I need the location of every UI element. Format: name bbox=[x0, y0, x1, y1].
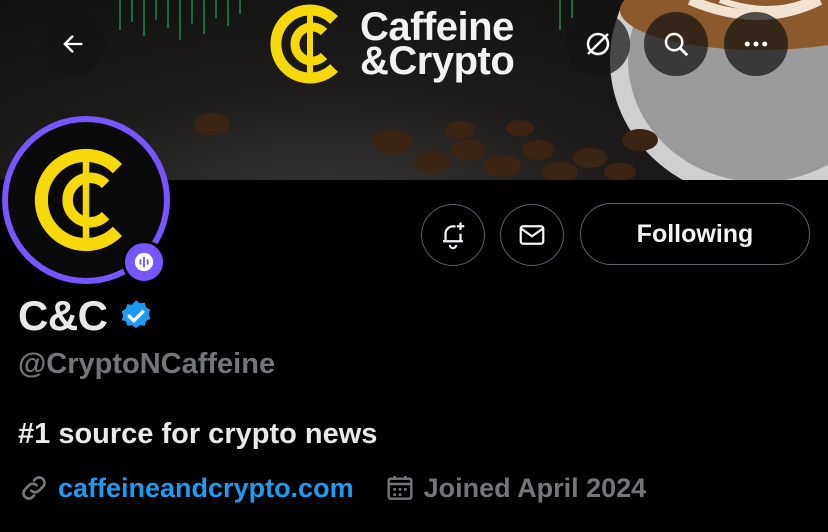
display-name-row: C&C bbox=[18, 292, 154, 340]
bio-text: #1 source for crypto news bbox=[18, 418, 378, 450]
brand-logo: Caffeine &Crypto bbox=[268, 0, 515, 88]
mail-icon bbox=[519, 225, 545, 245]
following-button[interactable]: Following bbox=[580, 203, 810, 265]
profile-meta: caffeineandcrypto.com Joined April 2024 bbox=[18, 472, 646, 504]
more-horizontal-icon bbox=[744, 41, 768, 47]
calendar-icon bbox=[387, 476, 413, 500]
caffeine-crypto-logo-icon bbox=[270, 4, 338, 84]
avatar-logo-icon bbox=[34, 148, 123, 252]
back-button[interactable] bbox=[41, 12, 105, 76]
brand-line-2: &Crypto bbox=[360, 39, 515, 83]
search-button[interactable] bbox=[644, 12, 708, 76]
search-icon bbox=[664, 32, 689, 57]
audio-wave-icon bbox=[134, 252, 154, 272]
grok-button[interactable] bbox=[566, 12, 630, 76]
link-icon bbox=[22, 476, 46, 500]
notifications-button[interactable] bbox=[421, 204, 485, 266]
arrow-left-icon bbox=[63, 35, 83, 53]
joined-date-text: Joined April 2024 bbox=[423, 472, 647, 503]
slash-circle-icon bbox=[586, 32, 610, 56]
website-link[interactable]: caffeineandcrypto.com bbox=[58, 473, 354, 504]
brand-wordmark: Caffeine &Crypto bbox=[360, 7, 515, 83]
username-handle: @CryptoNCaffeine bbox=[18, 348, 276, 380]
live-audio-badge[interactable] bbox=[122, 240, 166, 284]
display-name: C&C bbox=[18, 292, 108, 339]
more-button[interactable] bbox=[724, 12, 788, 76]
verified-badge-icon[interactable] bbox=[118, 298, 154, 334]
joined-date: Joined April 2024 bbox=[384, 472, 647, 504]
message-button[interactable] bbox=[500, 204, 564, 266]
bell-plus-icon bbox=[443, 222, 465, 250]
